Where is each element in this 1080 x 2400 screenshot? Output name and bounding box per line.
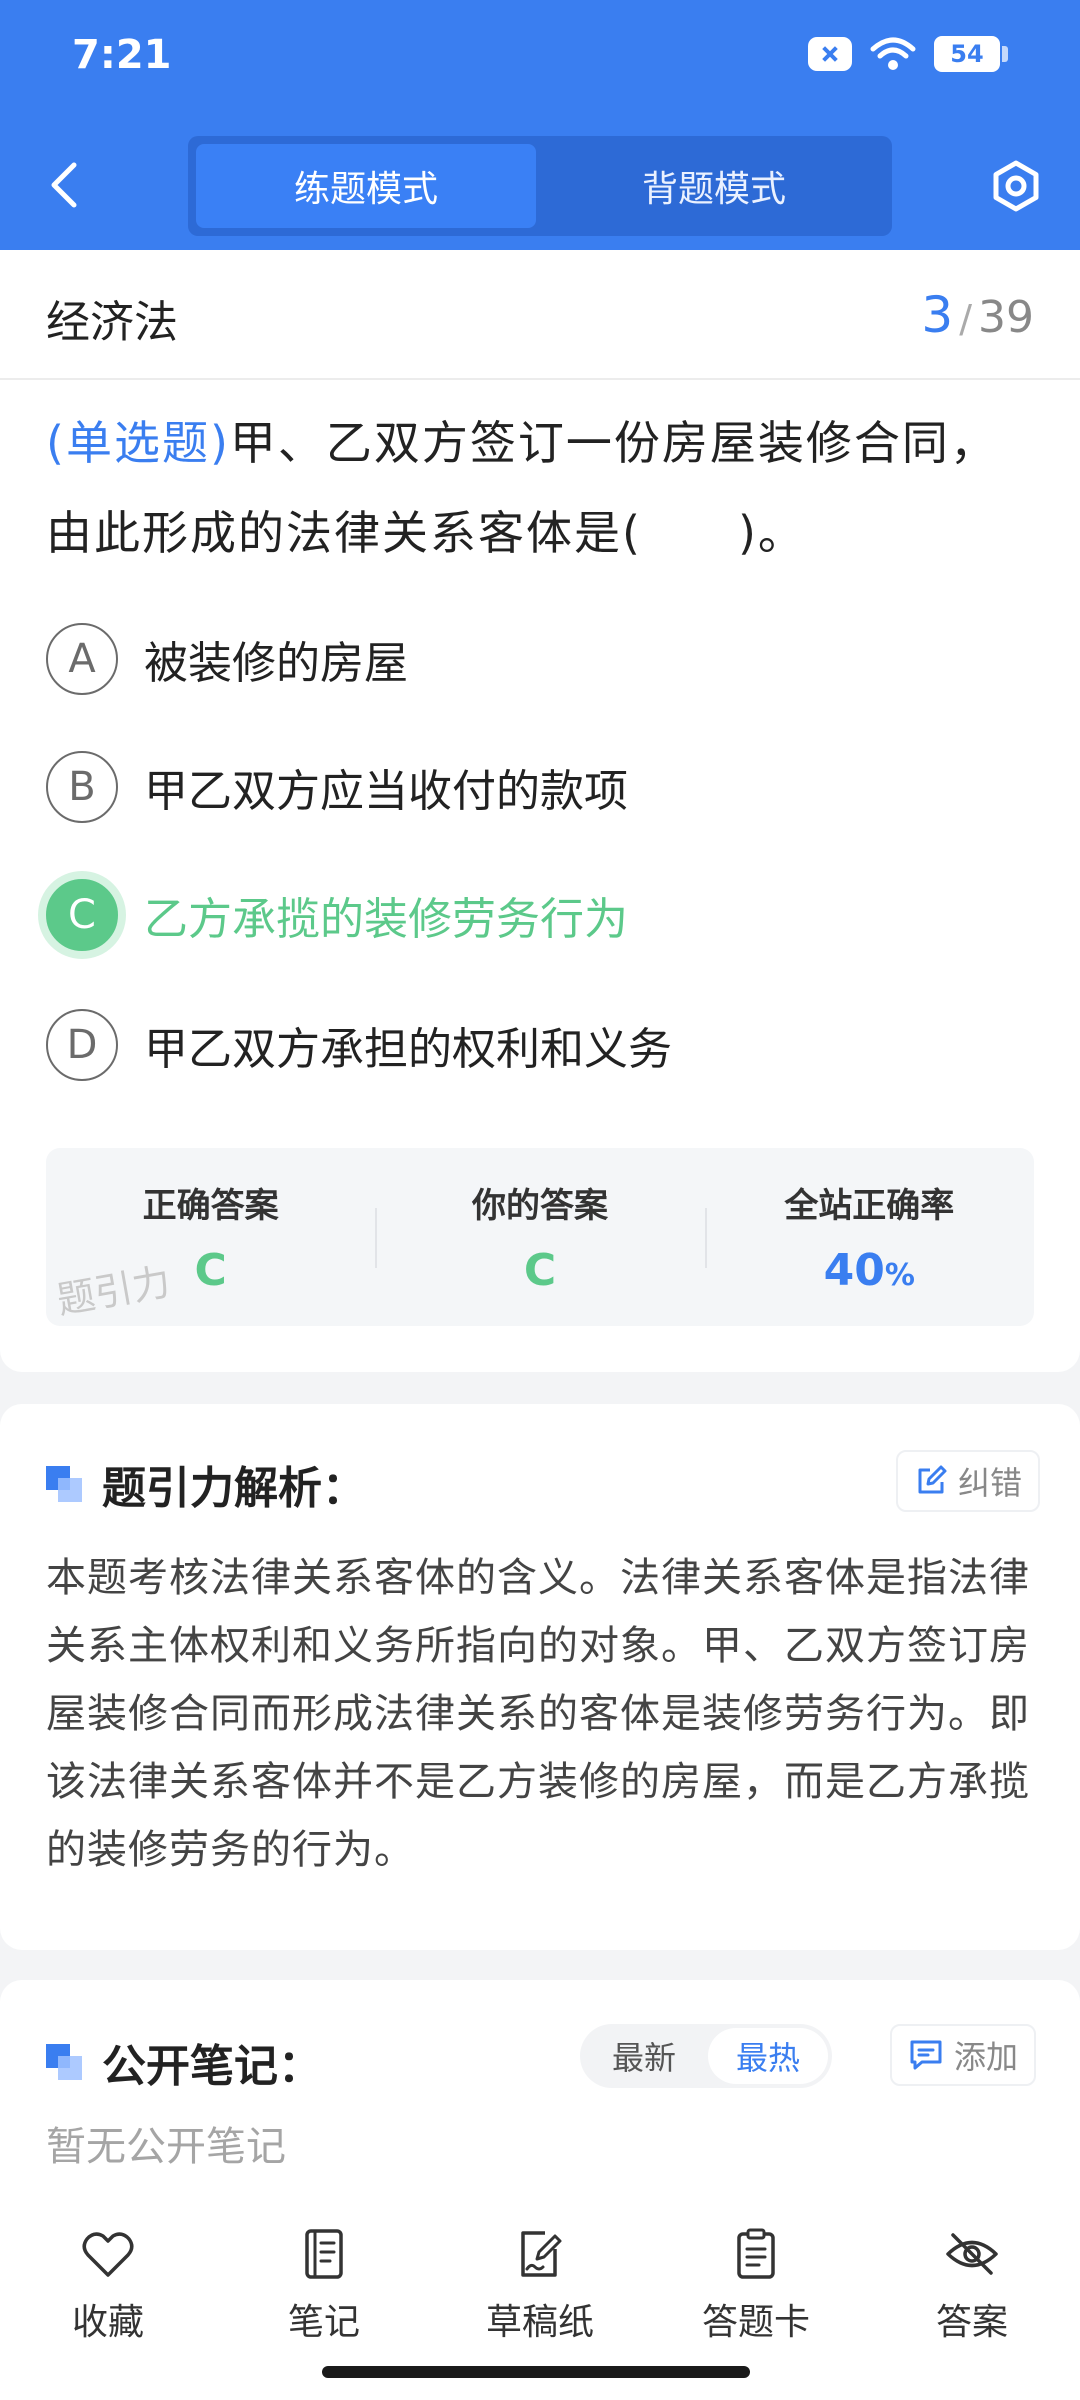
show-answer-button[interactable]: 答案 <box>864 2205 1080 2400</box>
status-time: 7:21 <box>72 32 172 78</box>
favorite-button[interactable]: 收藏 <box>0 2205 216 2400</box>
subject-row: 经济法 3/39 <box>0 250 1080 380</box>
add-note-label: 添加 <box>954 2038 1019 2076</box>
eye-off-icon <box>946 2233 998 2275</box>
question-text: (单选题)甲、乙双方签订一份房屋装修合同，由此形成的法律关系客体是( )。 <box>46 398 1036 578</box>
back-button[interactable] <box>40 155 90 215</box>
option-text: 被装修的房屋 <box>144 638 408 689</box>
section-icon <box>46 1466 82 1502</box>
option-a[interactable]: A 被装修的房屋 <box>46 622 1036 696</box>
top-bar: 7:21 54 练题模式 背题模式 <box>0 0 1080 250</box>
draft-icon <box>521 2231 562 2277</box>
total-questions: 39 <box>978 292 1034 343</box>
your-answer-label: 你的答案 <box>471 1186 608 1226</box>
favorite-label: 收藏 <box>71 2302 144 2343</box>
your-answer-value: C <box>523 1245 557 1296</box>
option-letter: B <box>46 751 118 823</box>
status-icons: 54 <box>808 36 1008 72</box>
comment-add-icon <box>910 2040 942 2070</box>
home-indicator[interactable] <box>322 2366 750 2378</box>
your-answer-column: 你的答案 C <box>375 1148 704 1326</box>
empty-notes-text: 暂无公开笔记 <box>46 2124 286 2170</box>
accuracy-label: 全站正确率 <box>784 1186 955 1226</box>
tab-practice-mode[interactable]: 练题模式 <box>196 144 536 228</box>
answer-card-icon <box>737 2228 775 2279</box>
notes-title: 公开笔记： <box>102 2041 322 2092</box>
mode-switch: 练题模式 背题模式 <box>188 136 892 236</box>
notes-label: 笔记 <box>287 2302 360 2343</box>
option-letter: C <box>46 879 118 951</box>
question-card: 经济法 3/39 (单选题)甲、乙双方签订一份房屋装修合同，由此形成的法律关系客… <box>0 250 1080 1372</box>
analysis-text: 本题考核法律关系客体的含义。法律关系客体是指法律关系主体权利和义务所指向的对象。… <box>46 1555 1030 1873</box>
sort-newest[interactable]: 最新 <box>584 2028 704 2084</box>
analysis-header: 题引力解析： <box>46 1452 366 1516</box>
no-sim-icon <box>808 37 852 71</box>
notes-sort-switch: 最新 最热 <box>580 2024 832 2088</box>
option-letter: A <box>46 623 118 695</box>
section-icon <box>46 2044 82 2080</box>
battery-icon: 54 <box>934 36 1008 72</box>
analysis-title: 题引力解析： <box>102 1463 366 1514</box>
tab-recite-mode[interactable]: 背题模式 <box>544 144 884 228</box>
option-letter: D <box>46 1009 118 1081</box>
correct-answer-label: 正确答案 <box>142 1186 279 1226</box>
answer-summary: 正确答案 C 题引力 你的答案 C 全站正确率 40% <box>46 1148 1034 1326</box>
option-d[interactable]: D 甲乙双方承担的权利和义务 <box>46 1008 1036 1082</box>
analysis-card: 题引力解析： 纠错 本题考核法律关系客体的含义。法律关系客体是指法律关系主体权利… <box>0 1404 1080 1950</box>
edit-icon <box>918 1465 947 1494</box>
correct-answer-column: 正确答案 C 题引力 <box>46 1148 375 1326</box>
accuracy-value: 40% <box>705 1245 1034 1296</box>
notebook-icon <box>305 2229 343 2279</box>
show-answer-label: 答案 <box>935 2302 1008 2343</box>
report-error-button[interactable]: 纠错 <box>896 1450 1041 1512</box>
draft-paper-label: 草稿纸 <box>485 2302 594 2343</box>
answer-card-label: 答题卡 <box>701 2302 810 2343</box>
progress-separator: / <box>959 297 972 341</box>
option-text: 乙方承揽的装修劳务行为 <box>144 894 628 945</box>
option-c[interactable]: C 乙方承揽的装修劳务行为 <box>46 878 1036 952</box>
accuracy-column: 全站正确率 40% <box>704 1148 1034 1326</box>
current-question-number: 3 <box>921 286 954 344</box>
option-text: 甲乙双方应当收付的款项 <box>144 766 628 817</box>
accuracy-unit: % <box>884 1258 915 1293</box>
option-text: 甲乙双方承担的权利和义务 <box>144 1024 672 1075</box>
subject-title: 经济法 <box>46 297 178 348</box>
sort-hottest[interactable]: 最热 <box>708 2028 828 2084</box>
accuracy-number: 40 <box>823 1245 885 1296</box>
heart-icon <box>82 2232 134 2277</box>
battery-level: 54 <box>950 40 984 68</box>
option-b[interactable]: B 甲乙双方应当收付的款项 <box>46 750 1036 824</box>
report-error-label: 纠错 <box>958 1464 1023 1502</box>
settings-icon[interactable] <box>988 158 1044 214</box>
wifi-icon <box>870 37 916 70</box>
question-progress[interactable]: 3/39 <box>921 286 1034 344</box>
question-type: (单选题) <box>46 416 230 470</box>
add-note-button[interactable]: 添加 <box>890 2024 1037 2086</box>
notes-header: 公开笔记： <box>46 2030 322 2094</box>
